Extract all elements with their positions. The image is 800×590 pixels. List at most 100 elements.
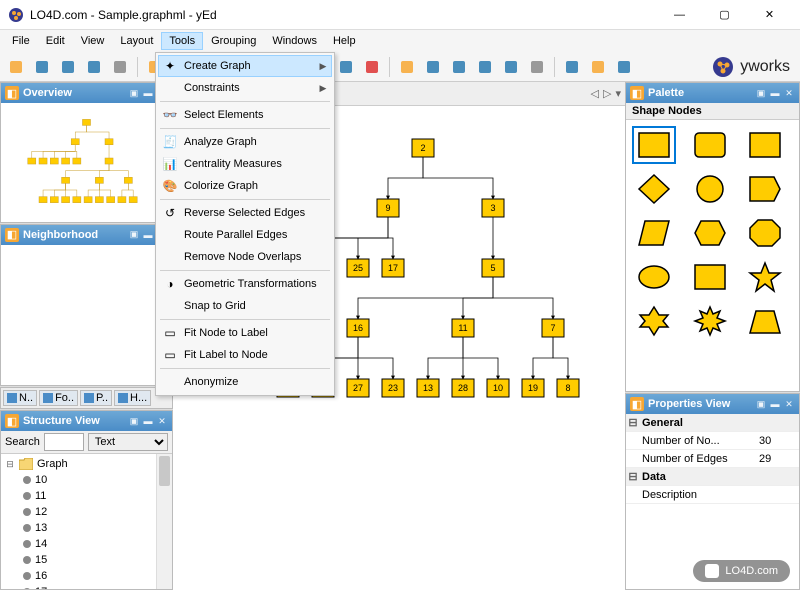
property-group[interactable]: ⊟Data	[626, 468, 799, 486]
palette-shape-round-rect[interactable]	[688, 126, 732, 164]
menu-grouping[interactable]: Grouping	[203, 32, 264, 50]
palette-shape-diamond[interactable]	[632, 170, 676, 208]
panel-pin-icon[interactable]: ▣	[128, 415, 140, 427]
tree-node[interactable]: 13	[5, 520, 168, 536]
magic-wand-button[interactable]	[612, 55, 636, 79]
fit-content-button[interactable]	[360, 55, 384, 79]
palette-shape-hexagon[interactable]	[688, 214, 732, 252]
graph-edge[interactable]	[553, 337, 568, 379]
magnify-button[interactable]	[447, 55, 471, 79]
menu-item-fit-node-to-label[interactable]: ▭Fit Node to Label	[158, 322, 332, 344]
menu-item-snap-to-grid[interactable]: Snap to Grid	[158, 295, 332, 317]
property-row[interactable]: Description	[626, 486, 799, 504]
graph-node-8[interactable]: 8	[557, 379, 579, 397]
graph-node-7[interactable]: 7	[542, 319, 564, 337]
menu-item-colorize-graph[interactable]: 🎨Colorize Graph	[158, 175, 332, 197]
menu-tools[interactable]: Tools	[161, 32, 203, 50]
graph-edge[interactable]	[388, 217, 393, 259]
preview-button[interactable]	[586, 55, 610, 79]
nav-mode-button[interactable]	[421, 55, 445, 79]
sidebar-tab[interactable]: H...	[114, 390, 151, 406]
menu-item-create-graph[interactable]: ✦Create Graph▶	[158, 55, 332, 77]
graph-node-2[interactable]: 2	[412, 139, 434, 157]
menu-item-anonymize[interactable]: Anonymize	[158, 371, 332, 393]
menu-item-constraints[interactable]: Constraints▶	[158, 77, 332, 99]
graph-node-28[interactable]: 28	[452, 379, 474, 397]
panel-close-icon[interactable]: ✕	[156, 415, 168, 427]
palette-shape-circle[interactable]	[688, 170, 732, 208]
zoom-fit-button[interactable]	[334, 55, 358, 79]
palette-section-header[interactable]: Shape Nodes	[626, 103, 799, 120]
tab-list-icon[interactable]: ▾	[615, 87, 621, 100]
graph-node-13[interactable]: 13	[417, 379, 439, 397]
graph-node-19[interactable]: 19	[522, 379, 544, 397]
panel-close-icon[interactable]: ✕	[783, 398, 795, 410]
tree-node[interactable]: 15	[5, 552, 168, 568]
window-close-button[interactable]: ✕	[747, 0, 792, 30]
graph-node-27[interactable]: 27	[347, 379, 369, 397]
palette-shape-rect4[interactable]	[688, 258, 732, 296]
graph-node-10[interactable]: 10	[487, 379, 509, 397]
palette-shape-rect3[interactable]	[743, 126, 787, 164]
palette-shape-star8[interactable]	[688, 302, 732, 340]
panel-close-icon[interactable]: ✕	[783, 87, 795, 99]
window-maximize-button[interactable]: ▢	[702, 0, 747, 30]
graph-edge[interactable]	[493, 277, 553, 319]
tree-node[interactable]: 11	[5, 488, 168, 504]
graph-edge[interactable]	[358, 217, 388, 259]
palette-shape-octagon[interactable]	[743, 214, 787, 252]
cut-button[interactable]	[108, 55, 132, 79]
tree-toggle-icon[interactable]: ⊟	[5, 459, 15, 470]
palette-shape-hexagon-r[interactable]	[743, 170, 787, 208]
edit-mode-button[interactable]	[395, 55, 419, 79]
sidebar-tab[interactable]: P..	[80, 390, 112, 406]
print-button[interactable]	[82, 55, 106, 79]
group-toggle-icon[interactable]: ⊟	[626, 470, 640, 483]
menu-layout[interactable]: Layout	[112, 32, 161, 50]
property-row[interactable]: Number of Edges29	[626, 450, 799, 468]
group-toggle-icon[interactable]: ⊟	[626, 416, 640, 429]
property-row[interactable]: Number of No...30	[626, 432, 799, 450]
panel-minimize-icon[interactable]: ▬	[142, 87, 154, 99]
menu-item-geometric-transformations[interactable]: ◑Geometric Transformations	[158, 273, 332, 295]
scrollbar[interactable]	[156, 454, 172, 589]
grid-button[interactable]	[525, 55, 549, 79]
menu-item-fit-label-to-node[interactable]: ▭Fit Label to Node	[158, 344, 332, 366]
graph-edge[interactable]	[388, 157, 423, 199]
menu-help[interactable]: Help	[325, 32, 364, 50]
menu-windows[interactable]: Windows	[264, 32, 325, 50]
panel-minimize-icon[interactable]: ▬	[769, 87, 781, 99]
panel-pin-icon[interactable]: ▣	[755, 398, 767, 410]
panel-pin-icon[interactable]: ▣	[128, 229, 140, 241]
menu-file[interactable]: File	[4, 32, 38, 50]
graph-node-25[interactable]: 25	[347, 259, 369, 277]
tree-root[interactable]: ⊟Graph	[5, 456, 168, 472]
panel-pin-icon[interactable]: ▣	[128, 87, 140, 99]
palette-shape-trapezoid[interactable]	[743, 302, 787, 340]
sidebar-tab[interactable]: Fo..	[39, 390, 78, 406]
menu-edit[interactable]: Edit	[38, 32, 73, 50]
graph-edge[interactable]	[533, 337, 553, 379]
palette-shape-rect[interactable]	[632, 126, 676, 164]
structure-tree[interactable]: ⊟Graph1011121314151617	[1, 454, 172, 589]
select-area-button[interactable]	[473, 55, 497, 79]
tab-prev-icon[interactable]: ◁	[591, 87, 599, 100]
graph-edge[interactable]	[463, 337, 498, 379]
graph-node-5[interactable]: 5	[482, 259, 504, 277]
graph-edge[interactable]	[428, 337, 463, 379]
tree-node[interactable]: 14	[5, 536, 168, 552]
panel-minimize-icon[interactable]: ▬	[142, 229, 154, 241]
menu-item-route-parallel-edges[interactable]: Route Parallel Edges	[158, 224, 332, 246]
sidebar-tab[interactable]: N..	[3, 390, 37, 406]
panel-minimize-icon[interactable]: ▬	[142, 415, 154, 427]
menu-item-reverse-selected-edges[interactable]: ↺Reverse Selected Edges	[158, 202, 332, 224]
tree-node[interactable]: 10	[5, 472, 168, 488]
tree-node[interactable]: 16	[5, 568, 168, 584]
palette-shape-star5[interactable]	[743, 258, 787, 296]
search-filter-select[interactable]: Text	[88, 433, 168, 451]
menu-item-centrality-measures[interactable]: 📊Centrality Measures	[158, 153, 332, 175]
property-group[interactable]: ⊟General	[626, 414, 799, 432]
palette-shape-ellipse[interactable]	[632, 258, 676, 296]
neighborhood-canvas[interactable]	[1, 245, 172, 385]
ortho-button[interactable]	[560, 55, 584, 79]
